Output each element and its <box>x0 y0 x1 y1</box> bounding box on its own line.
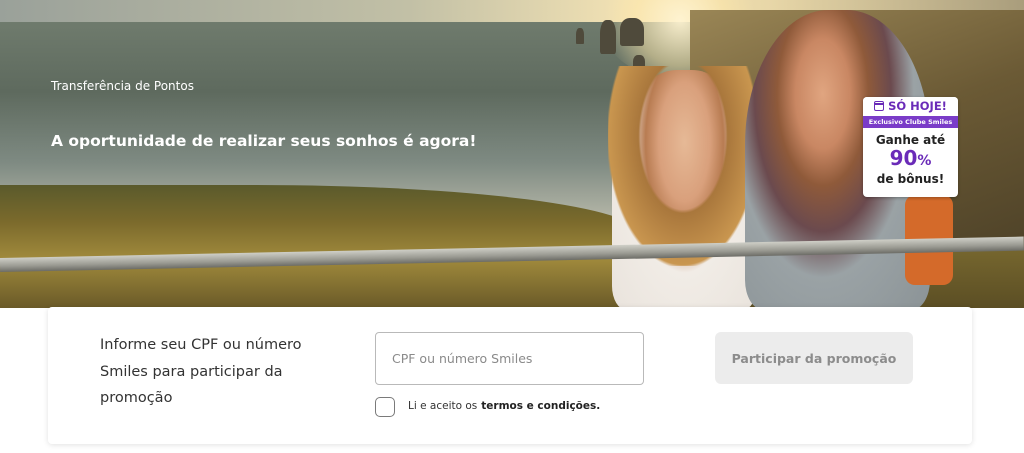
hero-rock-stack <box>576 28 584 44</box>
form-info-text: Informe seu CPF ou número Smiles para pa… <box>100 337 302 406</box>
terms-prefix: Li e aceito os <box>408 400 478 412</box>
badge-top: SÓ HOJE! <box>863 97 958 116</box>
badge-line3: de bônus! <box>876 172 945 186</box>
participate-button[interactable]: Participar da promoção <box>715 332 913 384</box>
promo-badge: SÓ HOJE! Exclusivo Clube Smiles Ganhe at… <box>863 97 958 197</box>
badge-top-label: SÓ HOJE! <box>888 99 947 113</box>
hero-banner: Transferência de Pontos A oportunidade d… <box>0 0 1024 308</box>
terms-label: Li e aceito os termos e condições. <box>408 400 600 412</box>
badge-line1: Ganhe até <box>875 133 946 147</box>
hero-rock-stack <box>620 18 644 46</box>
terms-link[interactable]: termos e condições. <box>481 400 600 412</box>
cpf-input[interactable] <box>375 332 644 385</box>
badge-strip: Exclusivo Clube Smiles <box>863 116 958 128</box>
hero-rock-stack <box>600 20 616 54</box>
terms-checkbox[interactable] <box>375 397 395 417</box>
badge-percent: 90% <box>863 147 958 172</box>
hero-person-woman-hair <box>608 66 758 266</box>
hero-subtitle: Transferência de Pontos <box>51 79 194 93</box>
badge-percent-sign: % <box>917 153 932 169</box>
calendar-icon <box>874 101 885 111</box>
promo-form-card: Informe seu CPF ou número Smiles para pa… <box>48 307 972 444</box>
hero-title: A oportunidade de realizar seus sonhos é… <box>51 132 477 150</box>
badge-percent-value: 90 <box>889 146 918 170</box>
